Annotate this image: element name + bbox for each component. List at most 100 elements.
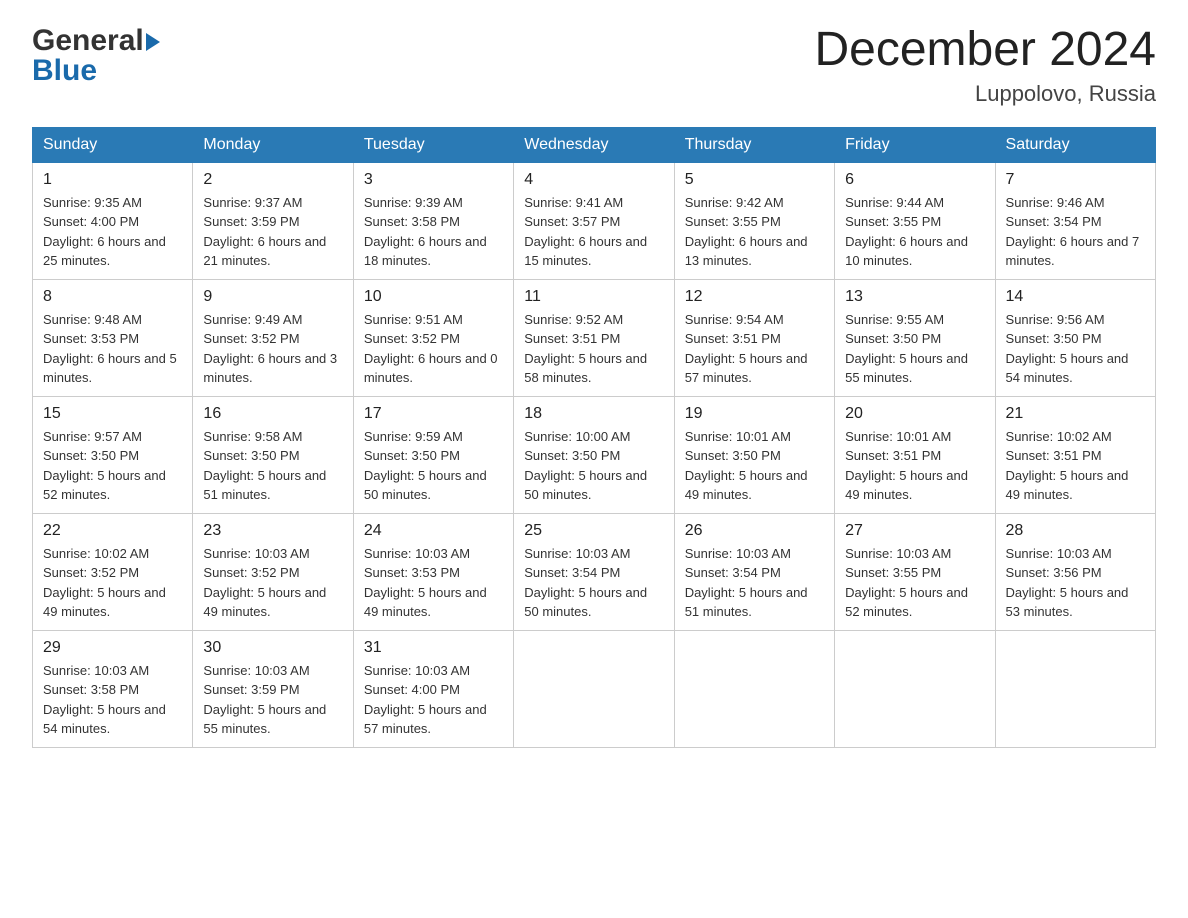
table-row: 15 Sunrise: 9:57 AMSunset: 3:50 PMDaylig… [33, 396, 193, 513]
table-row: 7 Sunrise: 9:46 AMSunset: 3:54 PMDayligh… [995, 162, 1155, 279]
table-row: 11 Sunrise: 9:52 AMSunset: 3:51 PMDaylig… [514, 279, 674, 396]
day-info: Sunrise: 10:03 AMSunset: 3:54 PMDaylight… [524, 546, 647, 620]
header-thursday: Thursday [674, 127, 834, 162]
page-header: General Blue December 2024 Luppolovo, Ru… [32, 24, 1156, 107]
day-info: Sunrise: 10:03 AMSunset: 3:58 PMDaylight… [43, 663, 166, 737]
day-number: 10 [364, 288, 503, 306]
day-number: 22 [43, 522, 182, 540]
day-number: 7 [1006, 171, 1145, 189]
table-row: 9 Sunrise: 9:49 AMSunset: 3:52 PMDayligh… [193, 279, 353, 396]
day-info: Sunrise: 10:03 AMSunset: 3:55 PMDaylight… [845, 546, 968, 620]
day-info: Sunrise: 10:03 AMSunset: 3:53 PMDaylight… [364, 546, 487, 620]
table-row: 17 Sunrise: 9:59 AMSunset: 3:50 PMDaylig… [353, 396, 513, 513]
day-number: 5 [685, 171, 824, 189]
day-info: Sunrise: 10:00 AMSunset: 3:50 PMDaylight… [524, 429, 647, 503]
table-row: 12 Sunrise: 9:54 AMSunset: 3:51 PMDaylig… [674, 279, 834, 396]
table-row: 24 Sunrise: 10:03 AMSunset: 3:53 PMDayli… [353, 513, 513, 630]
day-info: Sunrise: 10:01 AMSunset: 3:51 PMDaylight… [845, 429, 968, 503]
table-row: 10 Sunrise: 9:51 AMSunset: 3:52 PMDaylig… [353, 279, 513, 396]
day-info: Sunrise: 10:02 AMSunset: 3:52 PMDaylight… [43, 546, 166, 620]
day-info: Sunrise: 9:59 AMSunset: 3:50 PMDaylight:… [364, 429, 487, 503]
day-number: 18 [524, 405, 663, 423]
table-row [514, 630, 674, 747]
table-row: 13 Sunrise: 9:55 AMSunset: 3:50 PMDaylig… [835, 279, 995, 396]
table-row: 25 Sunrise: 10:03 AMSunset: 3:54 PMDayli… [514, 513, 674, 630]
day-number: 27 [845, 522, 984, 540]
day-info: Sunrise: 10:03 AMSunset: 3:59 PMDaylight… [203, 663, 326, 737]
calendar-week-row: 22 Sunrise: 10:02 AMSunset: 3:52 PMDayli… [33, 513, 1156, 630]
logo-general-text: General [32, 24, 144, 58]
header-friday: Friday [835, 127, 995, 162]
calendar-week-row: 1 Sunrise: 9:35 AMSunset: 4:00 PMDayligh… [33, 162, 1156, 279]
calendar-header-row: Sunday Monday Tuesday Wednesday Thursday… [33, 127, 1156, 162]
table-row: 29 Sunrise: 10:03 AMSunset: 3:58 PMDayli… [33, 630, 193, 747]
table-row: 28 Sunrise: 10:03 AMSunset: 3:56 PMDayli… [995, 513, 1155, 630]
table-row: 31 Sunrise: 10:03 AMSunset: 4:00 PMDayli… [353, 630, 513, 747]
day-number: 2 [203, 171, 342, 189]
day-info: Sunrise: 9:56 AMSunset: 3:50 PMDaylight:… [1006, 312, 1129, 386]
day-number: 26 [685, 522, 824, 540]
logo-blue-text: Blue [32, 54, 160, 88]
day-number: 1 [43, 171, 182, 189]
day-info: Sunrise: 9:54 AMSunset: 3:51 PMDaylight:… [685, 312, 808, 386]
table-row: 5 Sunrise: 9:42 AMSunset: 3:55 PMDayligh… [674, 162, 834, 279]
table-row: 8 Sunrise: 9:48 AMSunset: 3:53 PMDayligh… [33, 279, 193, 396]
day-number: 13 [845, 288, 984, 306]
table-row: 22 Sunrise: 10:02 AMSunset: 3:52 PMDayli… [33, 513, 193, 630]
day-info: Sunrise: 9:55 AMSunset: 3:50 PMDaylight:… [845, 312, 968, 386]
calendar-week-row: 15 Sunrise: 9:57 AMSunset: 3:50 PMDaylig… [33, 396, 1156, 513]
header-wednesday: Wednesday [514, 127, 674, 162]
day-info: Sunrise: 9:41 AMSunset: 3:57 PMDaylight:… [524, 195, 647, 269]
day-number: 28 [1006, 522, 1145, 540]
table-row: 3 Sunrise: 9:39 AMSunset: 3:58 PMDayligh… [353, 162, 513, 279]
day-info: Sunrise: 9:58 AMSunset: 3:50 PMDaylight:… [203, 429, 326, 503]
table-row [674, 630, 834, 747]
table-row: 18 Sunrise: 10:00 AMSunset: 3:50 PMDayli… [514, 396, 674, 513]
table-row: 1 Sunrise: 9:35 AMSunset: 4:00 PMDayligh… [33, 162, 193, 279]
table-row: 2 Sunrise: 9:37 AMSunset: 3:59 PMDayligh… [193, 162, 353, 279]
table-row: 4 Sunrise: 9:41 AMSunset: 3:57 PMDayligh… [514, 162, 674, 279]
month-year-title: December 2024 [814, 24, 1156, 77]
logo-arrow-icon [146, 33, 160, 51]
logo: General Blue [32, 24, 160, 88]
logo-line1: General [32, 24, 160, 58]
day-number: 24 [364, 522, 503, 540]
day-number: 14 [1006, 288, 1145, 306]
day-number: 19 [685, 405, 824, 423]
day-number: 31 [364, 639, 503, 657]
calendar-week-row: 29 Sunrise: 10:03 AMSunset: 3:58 PMDayli… [33, 630, 1156, 747]
header-tuesday: Tuesday [353, 127, 513, 162]
day-number: 20 [845, 405, 984, 423]
day-info: Sunrise: 10:03 AMSunset: 3:52 PMDaylight… [203, 546, 326, 620]
calendar-week-row: 8 Sunrise: 9:48 AMSunset: 3:53 PMDayligh… [33, 279, 1156, 396]
table-row: 30 Sunrise: 10:03 AMSunset: 3:59 PMDayli… [193, 630, 353, 747]
day-info: Sunrise: 9:37 AMSunset: 3:59 PMDaylight:… [203, 195, 326, 269]
day-info: Sunrise: 10:03 AMSunset: 3:54 PMDaylight… [685, 546, 808, 620]
day-info: Sunrise: 10:02 AMSunset: 3:51 PMDaylight… [1006, 429, 1129, 503]
day-number: 4 [524, 171, 663, 189]
day-info: Sunrise: 10:03 AMSunset: 3:56 PMDaylight… [1006, 546, 1129, 620]
day-number: 11 [524, 288, 663, 306]
table-row: 21 Sunrise: 10:02 AMSunset: 3:51 PMDayli… [995, 396, 1155, 513]
table-row: 20 Sunrise: 10:01 AMSunset: 3:51 PMDayli… [835, 396, 995, 513]
day-number: 21 [1006, 405, 1145, 423]
day-number: 30 [203, 639, 342, 657]
day-info: Sunrise: 9:35 AMSunset: 4:00 PMDaylight:… [43, 195, 166, 269]
table-row: 6 Sunrise: 9:44 AMSunset: 3:55 PMDayligh… [835, 162, 995, 279]
table-row: 27 Sunrise: 10:03 AMSunset: 3:55 PMDayli… [835, 513, 995, 630]
day-number: 3 [364, 171, 503, 189]
location-subtitle: Luppolovo, Russia [814, 81, 1156, 107]
day-info: Sunrise: 9:39 AMSunset: 3:58 PMDaylight:… [364, 195, 487, 269]
table-row: 23 Sunrise: 10:03 AMSunset: 3:52 PMDayli… [193, 513, 353, 630]
header-saturday: Saturday [995, 127, 1155, 162]
day-info: Sunrise: 10:03 AMSunset: 4:00 PMDaylight… [364, 663, 487, 737]
day-number: 17 [364, 405, 503, 423]
calendar-table: Sunday Monday Tuesday Wednesday Thursday… [32, 127, 1156, 748]
day-number: 16 [203, 405, 342, 423]
table-row: 14 Sunrise: 9:56 AMSunset: 3:50 PMDaylig… [995, 279, 1155, 396]
day-info: Sunrise: 9:57 AMSunset: 3:50 PMDaylight:… [43, 429, 166, 503]
day-info: Sunrise: 9:46 AMSunset: 3:54 PMDaylight:… [1006, 195, 1140, 269]
day-number: 23 [203, 522, 342, 540]
title-section: December 2024 Luppolovo, Russia [814, 24, 1156, 107]
table-row [835, 630, 995, 747]
